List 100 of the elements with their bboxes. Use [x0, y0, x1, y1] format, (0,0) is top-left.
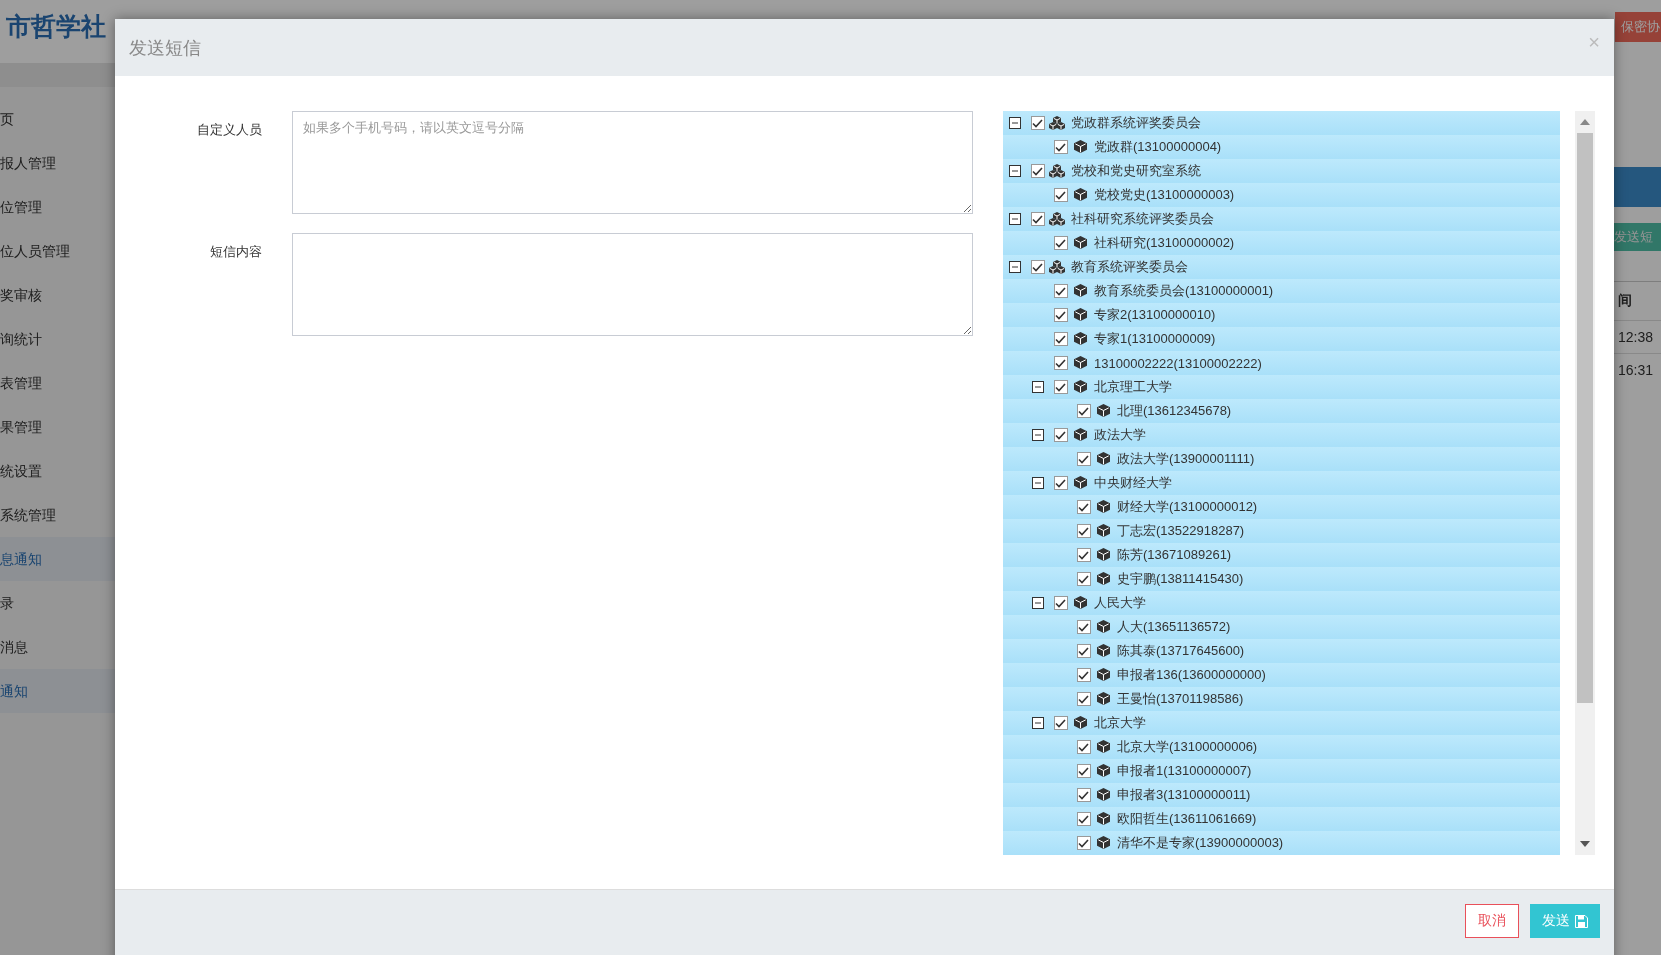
- tree-row[interactable]: 王曼怡(13701198586): [1003, 687, 1560, 711]
- cube-icon: [1072, 284, 1088, 298]
- tree-label: 专家1(13100000009): [1094, 330, 1216, 348]
- cube-icon: [1095, 452, 1111, 466]
- cancel-button[interactable]: 取消: [1465, 904, 1519, 938]
- checkbox[interactable]: [1053, 428, 1068, 442]
- checkbox[interactable]: [1053, 236, 1068, 250]
- tree-row[interactable]: 北京大学: [1003, 711, 1560, 735]
- checkbox[interactable]: [1076, 404, 1091, 418]
- cube-icon: [1095, 644, 1111, 658]
- scrollbar[interactable]: [1575, 111, 1595, 855]
- collapse-icon[interactable]: [1031, 477, 1044, 489]
- tree-row[interactable]: 党校和党史研究室系统: [1003, 159, 1560, 183]
- cube-icon: [1072, 476, 1088, 490]
- tree-row[interactable]: 人大(13651136572): [1003, 615, 1560, 639]
- tree-label: 丁志宏(13522918287): [1117, 522, 1245, 540]
- checkbox[interactable]: [1030, 260, 1045, 274]
- tree-row[interactable]: 财经大学(13100000012): [1003, 495, 1560, 519]
- checkbox[interactable]: [1076, 740, 1091, 754]
- collapse-icon[interactable]: [1008, 261, 1021, 273]
- checkbox[interactable]: [1030, 164, 1045, 178]
- tree-row[interactable]: 北理(13612345678): [1003, 399, 1560, 423]
- checkbox[interactable]: [1076, 692, 1091, 706]
- cube-icon: [1095, 812, 1111, 826]
- tree-row[interactable]: 欧阳哲生(13611061669): [1003, 807, 1560, 831]
- collapse-icon[interactable]: [1031, 429, 1044, 441]
- tree-row[interactable]: 专家1(13100000009): [1003, 327, 1560, 351]
- checkbox[interactable]: [1053, 596, 1068, 610]
- checkbox[interactable]: [1053, 284, 1068, 298]
- collapse-icon[interactable]: [1031, 597, 1044, 609]
- cube-icon: [1072, 188, 1088, 202]
- tree-label: 申报者3(13100000011): [1117, 786, 1251, 804]
- cube-icon: [1072, 596, 1088, 610]
- tree-row[interactable]: 党校党史(13100000003): [1003, 183, 1560, 207]
- checkbox[interactable]: [1076, 500, 1091, 514]
- checkbox[interactable]: [1076, 452, 1091, 466]
- tree-row[interactable]: 申报者1(13100000007): [1003, 759, 1560, 783]
- tree-row[interactable]: 申报者136(13600000000): [1003, 663, 1560, 687]
- cube-icon: [1095, 572, 1111, 586]
- cube-icon: [1095, 500, 1111, 514]
- tree-row[interactable]: 政法大学: [1003, 423, 1560, 447]
- tree-row[interactable]: 社科研究系统评奖委员会: [1003, 207, 1560, 231]
- checkbox[interactable]: [1053, 188, 1068, 202]
- tree-row[interactable]: 史宇鹏(13811415430): [1003, 567, 1560, 591]
- collapse-icon[interactable]: [1008, 117, 1021, 129]
- tree-label: 申报者1(13100000007): [1117, 762, 1252, 780]
- checkbox[interactable]: [1030, 212, 1045, 226]
- tree-label: 社科研究(13100000002): [1094, 234, 1235, 252]
- tree-row[interactable]: 申报者3(13100000011): [1003, 783, 1560, 807]
- tree-label: 教育系统委员会(13100000001): [1094, 282, 1274, 300]
- checkbox[interactable]: [1076, 524, 1091, 538]
- collapse-icon[interactable]: [1031, 717, 1044, 729]
- input-field[interactable]: 如果多个手机号码，请以英文逗号分隔: [292, 111, 973, 214]
- checkbox[interactable]: [1076, 812, 1091, 826]
- tree-label: 北京理工大学: [1094, 378, 1172, 396]
- checkbox[interactable]: [1076, 668, 1091, 682]
- cube-icon: [1095, 404, 1111, 418]
- checkbox[interactable]: [1076, 788, 1091, 802]
- collapse-icon[interactable]: [1031, 381, 1044, 393]
- checkbox[interactable]: [1030, 116, 1045, 130]
- tree-row[interactable]: 北京理工大学: [1003, 375, 1560, 399]
- tree-row[interactable]: 党政群系统评奖委员会: [1003, 111, 1560, 135]
- tree-row[interactable]: 中央财经大学: [1003, 471, 1560, 495]
- tree-row[interactable]: 党政群(13100000004): [1003, 135, 1560, 159]
- checkbox[interactable]: [1076, 572, 1091, 586]
- checkbox[interactable]: [1053, 356, 1068, 370]
- tree-row[interactable]: 政法大学(13900001111): [1003, 447, 1560, 471]
- cube-icon: [1095, 740, 1111, 754]
- tree-row[interactable]: 13100002222(13100002222): [1003, 351, 1560, 375]
- tree-row[interactable]: 人民大学: [1003, 591, 1560, 615]
- checkbox[interactable]: [1053, 140, 1068, 154]
- scroll-up-icon[interactable]: [1580, 119, 1590, 125]
- checkbox[interactable]: [1076, 644, 1091, 658]
- checkbox[interactable]: [1053, 716, 1068, 730]
- tree-label: 中央财经大学: [1094, 474, 1172, 492]
- scroll-down-icon[interactable]: [1580, 841, 1590, 847]
- checkbox[interactable]: [1076, 620, 1091, 634]
- tree-row[interactable]: 教育系统评奖委员会: [1003, 255, 1560, 279]
- collapse-icon[interactable]: [1008, 165, 1021, 177]
- tree-row[interactable]: 社科研究(13100000002): [1003, 231, 1560, 255]
- checkbox[interactable]: [1053, 308, 1068, 322]
- checkbox[interactable]: [1076, 548, 1091, 562]
- tree-row[interactable]: 陈芳(13671089261): [1003, 543, 1560, 567]
- tree-row[interactable]: 北京大学(13100000006): [1003, 735, 1560, 759]
- tree-label: 欧阳哲生(13611061669): [1117, 810, 1257, 828]
- checkbox[interactable]: [1053, 476, 1068, 490]
- tree-row[interactable]: 清华不是专家(13900000003): [1003, 831, 1560, 855]
- cube-icon: [1095, 692, 1111, 706]
- tree-row[interactable]: 丁志宏(13522918287): [1003, 519, 1560, 543]
- collapse-icon[interactable]: [1008, 213, 1021, 225]
- checkbox[interactable]: [1053, 380, 1068, 394]
- tree-row[interactable]: 专家2(13100000010): [1003, 303, 1560, 327]
- checkbox[interactable]: [1053, 332, 1068, 346]
- checkbox[interactable]: [1076, 764, 1091, 778]
- input-field[interactable]: [292, 233, 973, 336]
- scrollbar-thumb[interactable]: [1577, 133, 1593, 703]
- cube-icon: [1095, 788, 1111, 802]
- tree-row[interactable]: 陈其泰(13717645600): [1003, 639, 1560, 663]
- tree-row[interactable]: 教育系统委员会(13100000001): [1003, 279, 1560, 303]
- checkbox[interactable]: [1076, 836, 1091, 850]
